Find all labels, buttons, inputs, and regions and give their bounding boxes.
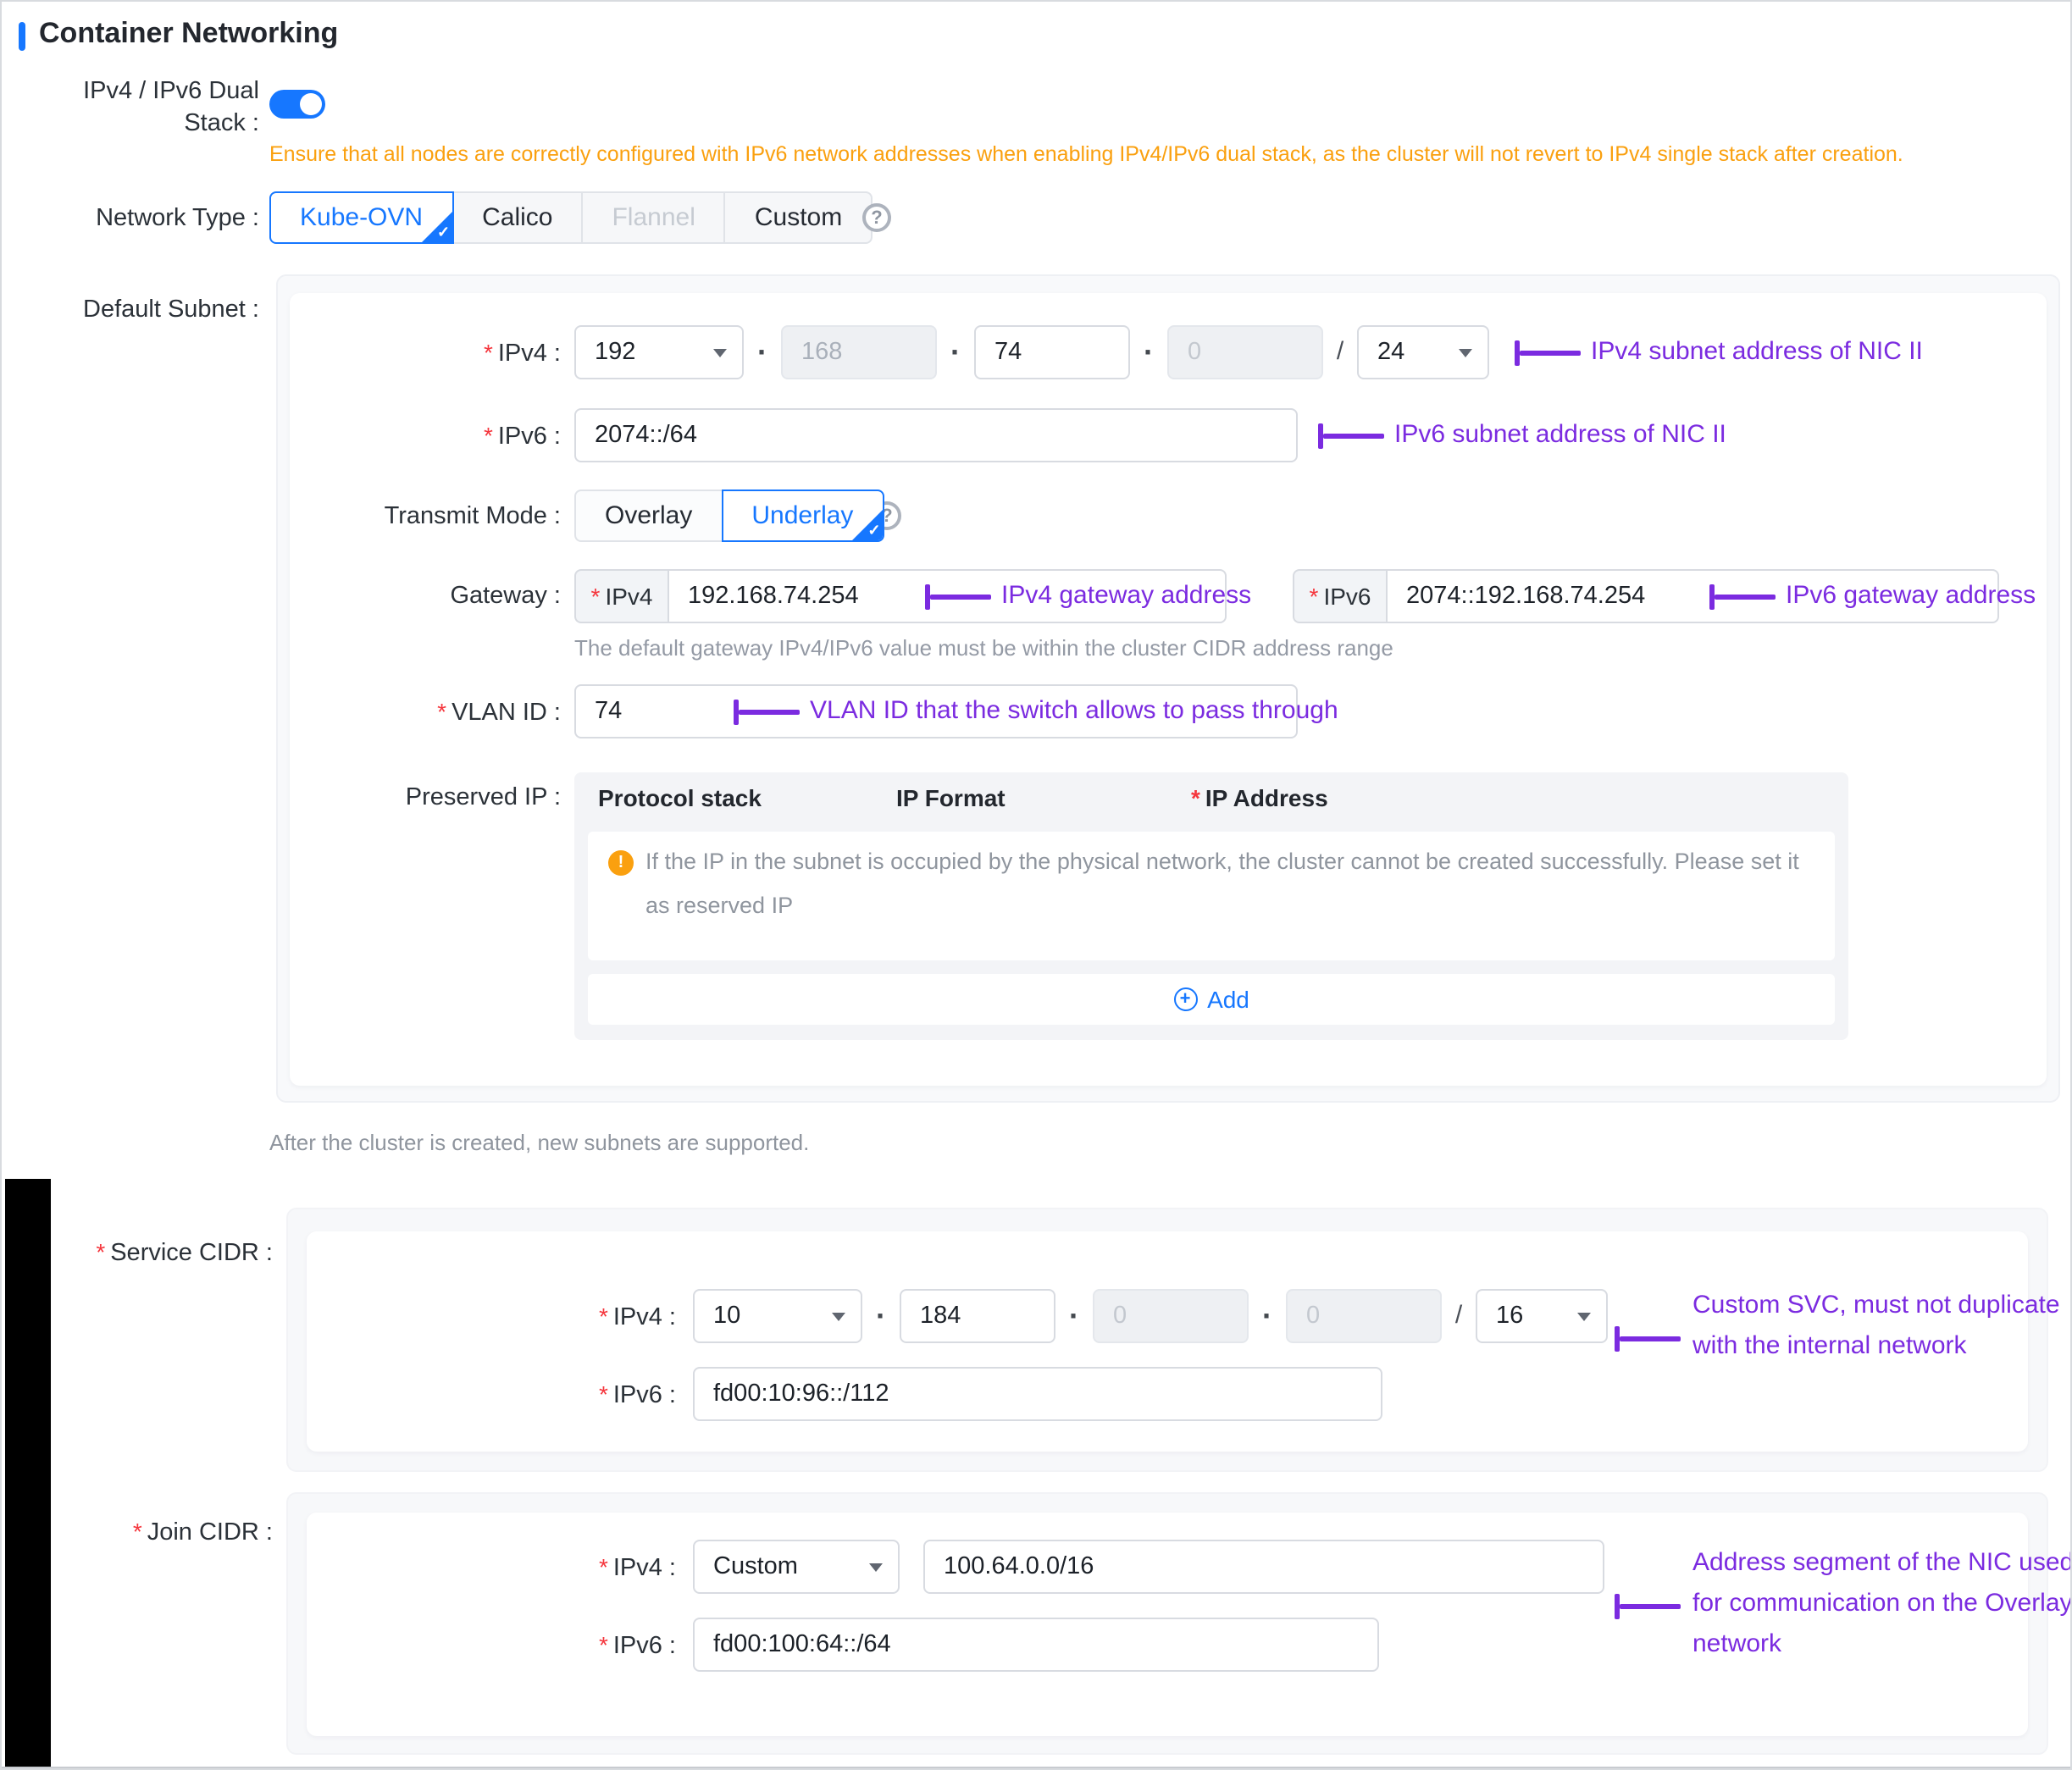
service-cidr-label: *Service CIDR :: [2, 1235, 273, 1270]
service-ipv4-prefix-select[interactable]: 16: [1476, 1289, 1608, 1343]
service-ipv4-label: *IPv4 :: [2, 1289, 676, 1343]
annotation-marker: [1515, 340, 1581, 366]
octet-separator: ·: [744, 325, 781, 379]
required-asterisk: *: [484, 339, 493, 366]
required-asterisk: *: [96, 1238, 105, 1265]
page-title: Container Networking: [39, 17, 338, 51]
join-cidr-annotation: Address segment of the NIC used for comm…: [1693, 1543, 2072, 1665]
transmit-mode-label: Transmit Mode :: [2, 490, 561, 544]
gateway-label: Gateway :: [2, 569, 561, 623]
subnet-ipv4-inputs: 192 · · · / 24: [574, 325, 1489, 379]
subnet-ipv4-label: *IPv4 :: [2, 325, 561, 379]
chevron-down-icon: [713, 349, 727, 357]
plus-circle-icon: +: [1173, 987, 1197, 1011]
network-type-kube-ovn[interactable]: Kube-OVN ✓: [269, 191, 453, 244]
octet-separator: ·: [937, 325, 974, 379]
subnet-ipv4-annotation: IPv4 subnet address of NIC II: [1591, 335, 1923, 369]
service-ipv4-octet4-input: [1286, 1289, 1442, 1343]
gateway-ipv4-annotation: IPv4 gateway address: [1001, 579, 1251, 613]
subnet-ipv4-octet1-select[interactable]: 192: [574, 325, 744, 379]
subnet-ipv6-label: *IPv6 :: [2, 408, 561, 462]
join-ipv6-input[interactable]: [693, 1618, 1379, 1672]
required-asterisk: *: [599, 1553, 608, 1580]
add-preserved-ip-button[interactable]: + Add: [588, 974, 1835, 1025]
container-networking-form: Container Networking IPv4 / IPv6 Dual St…: [0, 0, 2072, 1770]
join-ipv4-input[interactable]: [923, 1540, 1604, 1594]
column-protocol-stack: Protocol stack: [598, 784, 762, 811]
subnet-ipv4-octet2-input: [781, 325, 937, 379]
gateway-ipv6-addon: *IPv6: [1293, 569, 1386, 623]
chevron-down-icon: [1459, 349, 1472, 357]
subnet-ipv6-annotation: IPv6 subnet address of NIC II: [1394, 418, 1726, 452]
annotation-marker: [1615, 1594, 1681, 1619]
network-type-help-icon[interactable]: ?: [862, 203, 891, 232]
service-ipv6-input[interactable]: [693, 1367, 1382, 1421]
service-cidr-annotation: Custom SVC, must not duplicate with the …: [1693, 1286, 2060, 1367]
required-asterisk: *: [1310, 583, 1319, 610]
gateway-helper-text: The default gateway IPv4/IPv6 value must…: [574, 635, 1393, 661]
prefix-separator: /: [1442, 1289, 1476, 1343]
column-ip-address: *IP Address: [1191, 784, 1328, 811]
dual-stack-toggle[interactable]: [269, 90, 325, 119]
service-ipv4-octet1-select[interactable]: 10: [693, 1289, 862, 1343]
transmit-mode-options: Overlay Underlay ✓: [574, 490, 884, 542]
octet-separator: ·: [1249, 1289, 1286, 1343]
dual-stack-label: IPv4 / IPv6 Dual Stack :: [2, 76, 259, 141]
check-icon: ✓: [867, 522, 880, 540]
annotation-marker: [1318, 423, 1384, 449]
service-ipv6-label: *IPv6 :: [2, 1367, 676, 1421]
octet-separator: ·: [1055, 1289, 1093, 1343]
subnet-ipv4-octet4-input: [1167, 325, 1323, 379]
warning-icon: !: [608, 850, 634, 876]
required-asterisk: *: [1191, 784, 1200, 811]
subnet-ipv4-octet3-input[interactable]: [974, 325, 1130, 379]
preserved-ip-label: Preserved IP :: [2, 781, 561, 815]
subnet-ipv4-prefix-select[interactable]: 24: [1357, 325, 1489, 379]
transmit-underlay-button[interactable]: Underlay ✓: [721, 490, 884, 542]
section-accent-bar: [19, 22, 25, 51]
network-type-calico[interactable]: Calico: [452, 191, 583, 244]
service-ipv4-octet3-input: [1093, 1289, 1249, 1343]
network-type-label: Network Type :: [2, 191, 259, 246]
join-ipv4-mode-select[interactable]: Custom: [693, 1540, 900, 1594]
subnet-footnote: After the cluster is created, new subnet…: [269, 1130, 809, 1155]
octet-separator: ·: [862, 1289, 900, 1343]
network-type-options: Kube-OVN ✓ Calico Flannel Custom: [269, 191, 873, 244]
bottom-divider: [2, 1767, 2072, 1770]
annotation-marker: [1709, 584, 1776, 610]
subnet-ipv6-input[interactable]: [574, 408, 1298, 462]
octet-separator: ·: [1130, 325, 1167, 379]
annotation-marker: [925, 584, 991, 610]
vlan-id-annotation: VLAN ID that the switch allows to pass t…: [810, 694, 1338, 728]
chevron-down-icon: [832, 1313, 845, 1321]
gateway-ipv4-addon: *IPv4: [574, 569, 668, 623]
service-ipv4-octet2-input[interactable]: [900, 1289, 1055, 1343]
required-asterisk: *: [484, 422, 493, 449]
default-subnet-label: Default Subnet :: [2, 293, 259, 327]
network-type-custom[interactable]: Custom: [724, 191, 873, 244]
service-ipv4-inputs: 10 · · · / 16: [693, 1289, 1608, 1343]
gateway-ipv6-annotation: IPv6 gateway address: [1786, 579, 2036, 613]
join-ipv6-label: *IPv6 :: [2, 1618, 676, 1672]
check-icon: ✓: [437, 224, 450, 242]
required-asterisk: *: [599, 1303, 608, 1330]
toggle-knob-icon: [300, 93, 322, 115]
add-button-label: Add: [1207, 986, 1249, 1013]
required-asterisk: *: [437, 698, 446, 725]
chevron-down-icon: [869, 1563, 883, 1572]
network-type-flannel: Flannel: [581, 191, 725, 244]
dual-stack-warning: Ensure that all nodes are correctly conf…: [269, 142, 1903, 166]
chevron-down-icon: [1577, 1313, 1591, 1321]
join-ipv4-label: *IPv4 :: [2, 1540, 676, 1594]
preserved-ip-warning-text: If the IP in the subnet is occupied by t…: [645, 840, 1818, 928]
required-asterisk: *: [599, 1631, 608, 1658]
required-asterisk: *: [591, 583, 601, 610]
column-ip-format: IP Format: [896, 784, 1006, 811]
annotation-marker: [734, 700, 800, 725]
transmit-overlay-button[interactable]: Overlay: [574, 490, 723, 542]
annotation-marker: [1615, 1326, 1681, 1352]
prefix-separator: /: [1323, 325, 1357, 379]
required-asterisk: *: [599, 1380, 608, 1408]
vlan-id-label: *VLAN ID :: [2, 684, 561, 738]
